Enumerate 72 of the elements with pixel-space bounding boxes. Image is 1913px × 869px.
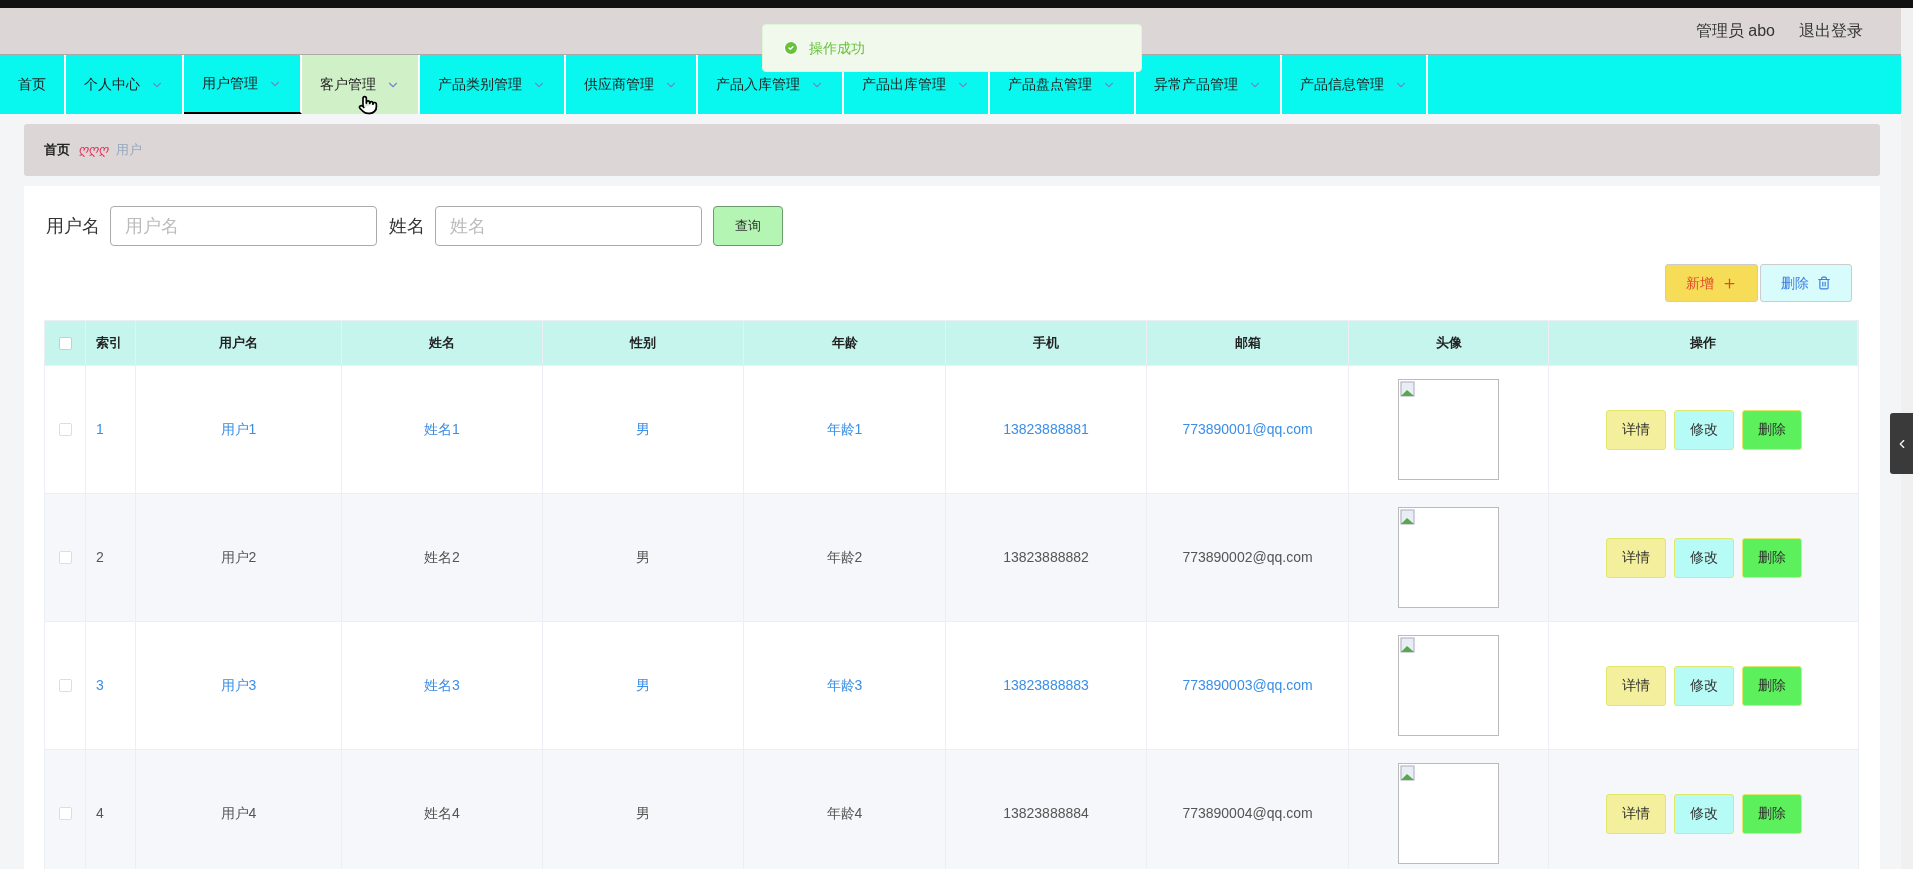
detail-button[interactable]: 详情 <box>1605 537 1666 578</box>
detail-button[interactable]: 详情 <box>1605 665 1666 706</box>
breadcrumb-current: 用户 <box>116 141 142 160</box>
table-cell-text: 13823888882 <box>1003 548 1089 567</box>
remove-button[interactable]: 删除 <box>1741 793 1802 834</box>
table-cell-text: 用户1 <box>220 420 257 439</box>
table-cell-text: 年龄2 <box>826 548 863 567</box>
broken-image-icon <box>1398 635 1499 736</box>
broken-image-icon <box>1398 763 1499 864</box>
edit-button[interactable]: 修改 <box>1673 409 1734 450</box>
cursor-icon <box>358 95 378 115</box>
delete-button[interactable]: 删除 <box>1760 264 1852 302</box>
toast-text: 操作成功 <box>809 38 865 58</box>
broken-image-icon <box>1398 507 1499 608</box>
edit-button[interactable]: 修改 <box>1673 665 1734 706</box>
detail-button[interactable]: 详情 <box>1605 793 1666 834</box>
row-checkbox[interactable] <box>58 423 72 436</box>
table-cell-text: 姓名4 <box>424 804 460 823</box>
table-cell-text: 13823888884 <box>1003 804 1089 823</box>
table-cell-text: 男 <box>636 420 650 439</box>
row-checkbox[interactable] <box>58 679 72 692</box>
table-cell-text: 773890004@qq.com <box>1182 804 1313 823</box>
table-cell-text: 773890001@qq.com <box>1182 420 1313 439</box>
success-icon <box>783 40 799 56</box>
search-button[interactable]: 查询 <box>713 206 783 246</box>
nav-tab[interactable]: 供应商管理 <box>566 55 698 114</box>
table-cell-text: 4 <box>96 804 104 823</box>
remove-button[interactable]: 删除 <box>1741 537 1802 578</box>
row-checkbox[interactable] <box>58 807 72 820</box>
table-cell-text: 姓名1 <box>424 420 460 439</box>
remove-button[interactable]: 删除 <box>1741 409 1802 450</box>
edit-button[interactable]: 修改 <box>1673 537 1734 578</box>
table-cell-text: 773890002@qq.com <box>1182 548 1313 567</box>
nav-tab[interactable]: 产品信息管理 <box>1282 55 1428 114</box>
admin-name: 管理员 abo <box>1695 21 1775 41</box>
table-cell-text: 男 <box>636 804 650 823</box>
table-cell-text: 年龄1 <box>826 420 863 439</box>
nav-tab[interactable]: 客户管理 <box>302 55 420 114</box>
field-label: 姓名 <box>389 214 425 238</box>
detail-button[interactable]: 详情 <box>1605 409 1666 450</box>
search-field[interactable]: 姓名 <box>435 206 702 246</box>
table-cell-text: 年龄4 <box>826 804 863 823</box>
table-cell-text: 773890003@qq.com <box>1182 676 1313 695</box>
table-cell-text: 姓名2 <box>424 548 460 567</box>
table-cell-text: 13823888881 <box>1003 420 1089 439</box>
select-all-checkbox[interactable] <box>58 336 72 350</box>
plus-icon <box>1722 275 1737 291</box>
table-cell-text: 3 <box>96 676 104 695</box>
table-cell-text: 姓名3 <box>424 676 460 695</box>
broken-image-icon <box>1398 379 1499 480</box>
search-field[interactable]: 用户名 <box>110 206 377 246</box>
remove-button[interactable]: 删除 <box>1741 665 1802 706</box>
side-toggle[interactable] <box>1890 413 1913 474</box>
breadcrumb-separator: ღღღ <box>78 141 108 160</box>
table-cell-text: 13823888883 <box>1003 676 1089 695</box>
table-cell-text: 男 <box>636 676 650 695</box>
table-cell-text: 1 <box>96 420 104 439</box>
table-cell-text: 用户2 <box>220 548 257 567</box>
breadcrumb-home[interactable]: 首页 <box>44 140 70 160</box>
table-cell-text: 男 <box>636 548 650 567</box>
nav-tab[interactable]: 产品类别管理 <box>420 55 566 114</box>
table-cell-text: 用户4 <box>220 804 257 823</box>
table-cell-text: 2 <box>96 548 104 567</box>
row-checkbox[interactable] <box>58 551 72 564</box>
table-cell-text: 用户3 <box>220 676 257 695</box>
field-label: 用户名 <box>46 214 100 238</box>
edit-button[interactable]: 修改 <box>1673 793 1734 834</box>
nav-tab[interactable]: 个人中心 <box>66 55 184 114</box>
trash-icon <box>1817 276 1831 290</box>
logout-link[interactable]: 退出登录 <box>1799 19 1863 43</box>
nav-tab[interactable]: 首页 <box>0 55 66 114</box>
table-cell-text: 年龄3 <box>826 676 863 695</box>
